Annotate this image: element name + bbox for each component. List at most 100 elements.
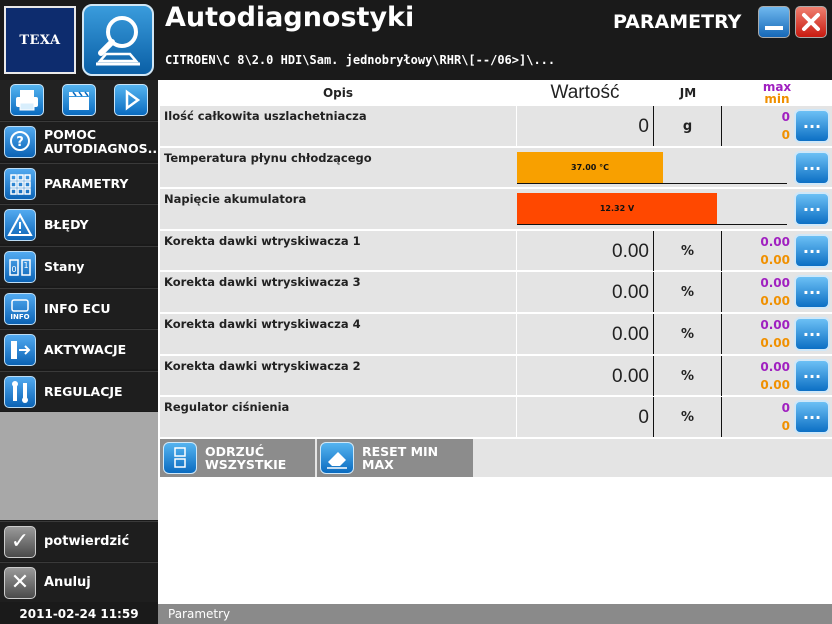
page-title: Autodiagnostyki <box>165 2 415 33</box>
confirm-button[interactable]: ✓ potwierdzić <box>0 521 158 561</box>
column-header-unit: JM <box>679 86 697 100</box>
value-bar: 37.00 °C <box>517 151 787 184</box>
parameter-min: 0.00 <box>760 252 790 267</box>
value-bar-text: 12.32 V <box>599 204 635 214</box>
close-icon <box>802 13 820 31</box>
parameter-value: 0 <box>516 106 654 146</box>
parameter-name: Regulator ciśnienia <box>164 400 290 415</box>
sidebar-item-pomoc[interactable]: ? POMOC AUTODIAGNOS... <box>0 121 162 161</box>
table-row[interactable]: Regulator ciśnienia 0 % 0 0 ... <box>160 397 832 439</box>
parameter-min: 0.00 <box>760 377 790 392</box>
table-row[interactable]: Korekta dawki wtryskiwacza 4 0.00 % 0.00… <box>160 313 832 356</box>
reset-min-max-button[interactable]: RESET MIN MAX <box>317 439 473 477</box>
parameter-value: 0.00 <box>516 272 654 313</box>
sidebar-item-stany[interactable]: 01 Stany <box>0 246 158 286</box>
minimize-button[interactable] <box>758 6 790 38</box>
play-icon <box>125 89 141 111</box>
row-options-button[interactable]: ... <box>794 150 830 185</box>
table-row[interactable]: Korekta dawki wtryskiwacza 3 0.00 % 0.00… <box>160 272 832 314</box>
table-row[interactable]: Ilość całkowita uszlachetniacza 0 g 0 0 … <box>160 106 832 148</box>
svg-text:?: ? <box>16 135 24 150</box>
cancel-label: Anuluj <box>44 575 91 590</box>
row-options-button[interactable]: ... <box>794 275 830 310</box>
parameter-value: 0 <box>516 397 654 438</box>
record-button[interactable] <box>62 84 96 116</box>
magnifier-car-icon[interactable] <box>82 4 154 76</box>
parameter-unit: g <box>654 106 722 146</box>
parameter-max: 0 <box>781 110 790 124</box>
parameter-unit: % <box>654 355 722 396</box>
row-options-button[interactable]: ... <box>794 358 830 393</box>
footer-bar: ODRZUĆ WSZYSTKIE RESET MIN MAX <box>160 439 832 477</box>
table-header: Opis Wartość JM max min <box>160 80 832 106</box>
logo-text: TEXA <box>19 32 61 48</box>
toolbar <box>0 80 158 120</box>
parameter-name: Korekta dawki wtryskiwacza 2 <box>164 358 361 373</box>
sidebar-item-info-ecu[interactable]: INFO INFO ECU <box>0 288 158 328</box>
row-options-button[interactable]: ... <box>794 400 830 435</box>
print-button[interactable] <box>10 84 44 116</box>
reset-min-max-label: RESET MIN MAX <box>362 444 439 472</box>
svg-text:INFO: INFO <box>10 313 29 321</box>
texa-logo: TEXA <box>4 6 76 74</box>
parameter-unit: % <box>654 272 722 313</box>
sidebar: ? POMOC AUTODIAGNOS... PARAMETRY BŁĘDY 0… <box>0 80 162 604</box>
tools-icon <box>4 375 36 408</box>
parameter-name: Napięcie akumulatora <box>164 192 307 207</box>
discard-all-button[interactable]: ODRZUĆ WSZYSTKIE <box>160 439 315 477</box>
parameter-max: 0.00 <box>760 359 790 374</box>
table-row[interactable]: Korekta dawki wtryskiwacza 2 0.00 % 0.00… <box>160 355 832 398</box>
sidebar-item-label: POMOC AUTODIAGNOS... <box>44 126 162 156</box>
parameter-value: 0.00 <box>516 313 654 354</box>
column-header-maxmin: max min <box>722 80 832 106</box>
cancel-button[interactable]: ✕ Anuluj <box>0 562 158 602</box>
section-title: PARAMETRY <box>613 11 742 33</box>
sidebar-item-label: REGULACJE <box>44 383 123 399</box>
parameter-min: 0.00 <box>760 335 790 350</box>
minimize-icon <box>765 26 783 30</box>
parameter-max: 0 <box>781 401 790 416</box>
sidebar-spacer <box>0 412 158 520</box>
parameter-max: 0.00 <box>760 276 790 291</box>
sidebar-item-regulacje[interactable]: REGULACJE <box>0 371 158 411</box>
sidebar-item-aktywacje[interactable]: AKTYWACJE <box>0 329 158 369</box>
row-options-button[interactable]: ... <box>794 316 830 351</box>
table-row[interactable]: Korekta dawki wtryskiwacza 1 0.00 % 0.00… <box>160 230 832 273</box>
column-header-value: Wartość <box>550 82 620 103</box>
parameter-unit: % <box>654 397 722 438</box>
table-row[interactable]: Temperatura płynu chłodzącego 37.00 °C .… <box>160 147 832 190</box>
parameter-name: Korekta dawki wtryskiwacza 1 <box>164 233 361 248</box>
app-window: TEXA Autodiagnostyki CITROEN\C 8\2.0 HDI… <box>0 0 832 624</box>
svg-text:0: 0 <box>11 265 16 274</box>
sidebar-item-label: Stany <box>44 258 85 274</box>
row-options-button[interactable]: ... <box>794 233 830 268</box>
grid-icon <box>4 167 36 200</box>
value-bar: 12.32 V <box>517 193 787 226</box>
sidebar-item-label: INFO ECU <box>44 300 111 316</box>
parameter-unit: % <box>654 313 722 354</box>
parameter-min: 0.00 <box>760 294 790 309</box>
value-bar-text: 37.00 °C <box>571 162 609 172</box>
parameter-name: Ilość całkowita uszlachetniacza <box>164 109 367 123</box>
parameter-value: 0.00 <box>516 355 654 396</box>
table-row[interactable]: Napięcie akumulatora 12.32 V ... <box>160 189 832 231</box>
checkmark-icon: ✓ <box>4 525 36 558</box>
parameter-value: 0.00 <box>516 230 654 271</box>
header: TEXA Autodiagnostyki CITROEN\C 8\2.0 HDI… <box>0 0 832 80</box>
sidebar-item-label: AKTYWACJE <box>44 341 127 357</box>
sidebar-item-parametry[interactable]: PARAMETRY <box>0 163 158 203</box>
close-button[interactable] <box>795 6 827 38</box>
row-options-button[interactable]: ... <box>794 109 830 143</box>
cancel-icon: ✕ <box>4 566 36 599</box>
parameter-min: 0 <box>781 419 790 434</box>
clapperboard-icon <box>69 91 89 110</box>
breadcrumb: CITROEN\C 8\2.0 HDI\Sam. jednobryłowy\RH… <box>165 53 556 67</box>
sidebar-item-bledy[interactable]: BŁĘDY <box>0 204 158 244</box>
play-button[interactable] <box>114 84 148 116</box>
eraser-icon <box>320 442 354 474</box>
info-icon: INFO <box>4 292 36 325</box>
row-options-button[interactable]: ... <box>794 192 830 227</box>
discard-icon <box>163 442 197 474</box>
parameter-unit: % <box>654 230 722 271</box>
status-bar: Parametry <box>158 604 832 624</box>
